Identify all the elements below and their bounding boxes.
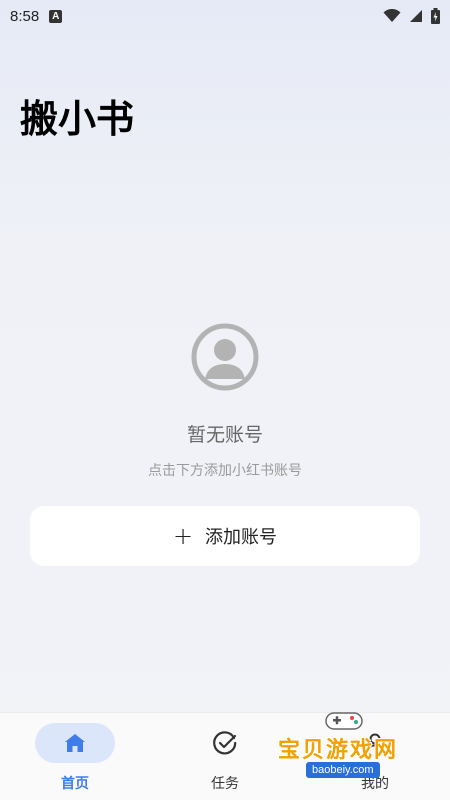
- status-bar: 8:58 A: [0, 0, 450, 32]
- tab-task[interactable]: 任务: [150, 713, 300, 800]
- tab-mine-indicator: [335, 723, 415, 763]
- page-title: 搬小书: [20, 97, 135, 141]
- status-time: 8:58: [10, 7, 40, 25]
- status-icons: [383, 8, 440, 24]
- bottom-tab-bar: 首页 任务 我的: [0, 712, 450, 800]
- tab-mine-label: 我的: [361, 776, 389, 792]
- home-icon: [65, 734, 85, 752]
- tab-home[interactable]: 首页: [0, 713, 150, 800]
- tab-home-indicator: [35, 723, 115, 763]
- tab-task-indicator: [185, 723, 265, 763]
- empty-state-title: 暂无账号: [186, 424, 263, 446]
- add-account-label: 添加账号: [205, 527, 278, 548]
- add-account-button[interactable]: + 添加账号: [30, 506, 420, 566]
- user-icon: [365, 733, 385, 754]
- tab-task-label: 任务: [211, 776, 239, 792]
- plus-icon: +: [172, 522, 194, 550]
- empty-state-subtitle: 点击下方添加小红书账号: [148, 463, 302, 479]
- signal-icon: [410, 10, 422, 22]
- avatar-placeholder-icon: [190, 322, 260, 392]
- battery-icon: [431, 8, 440, 24]
- tab-mine[interactable]: 我的: [300, 713, 450, 800]
- tab-home-label: 首页: [61, 776, 89, 792]
- notification-icon: A: [49, 9, 63, 23]
- wifi-icon: [383, 9, 401, 22]
- check-circle-icon: [213, 731, 237, 755]
